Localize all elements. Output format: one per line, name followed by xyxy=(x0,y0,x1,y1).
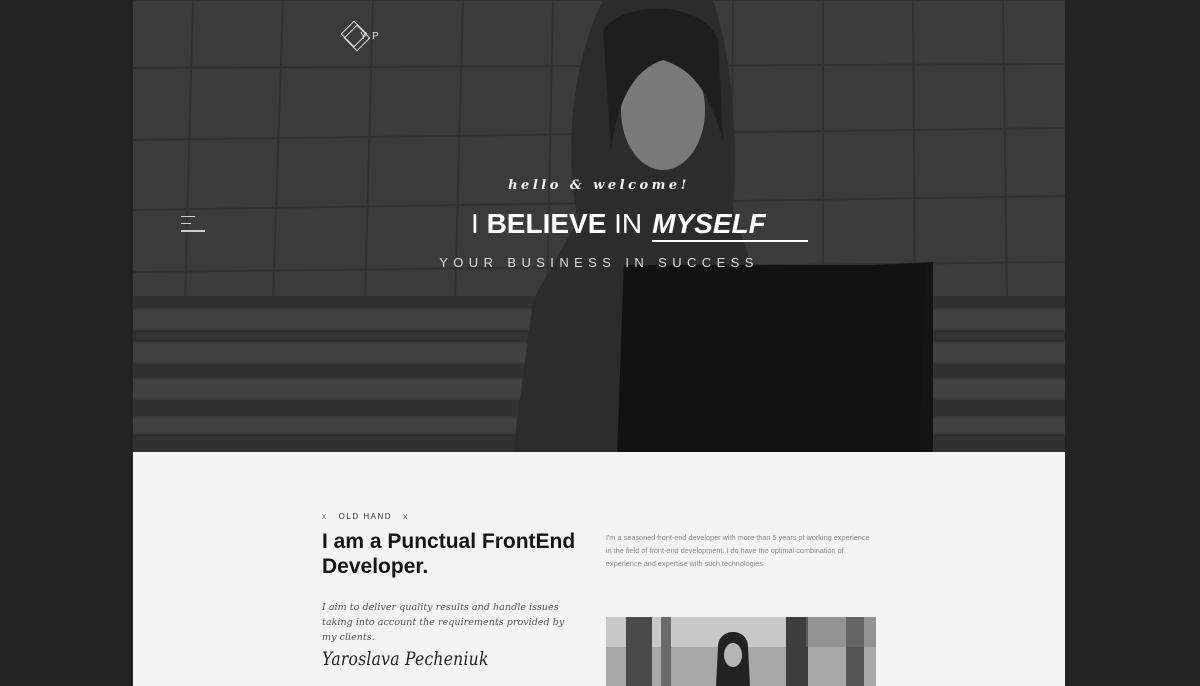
hero-headline: I BELIEVE IN MYSELF xyxy=(471,208,808,244)
headline-emphasis: MYSELF xyxy=(652,208,808,242)
headline-part-1: I xyxy=(471,208,487,239)
about-description: I'm a seasoned front-end developer with … xyxy=(606,533,870,568)
hamburger-menu-icon[interactable] xyxy=(181,213,207,235)
author-signature: Yaroslava Pecheniuk xyxy=(322,648,489,670)
section-eyebrow: x OLD HAND x xyxy=(322,512,409,521)
hero-tagline: YOUR BUSINESS IN SUCCESS xyxy=(439,255,759,270)
hero-section: Y.P hello & welcome! I BELIEVE IN MYSELF … xyxy=(133,0,1065,452)
logo-text[interactable]: Y.P xyxy=(360,31,381,42)
eyebrow-marker-left: x xyxy=(322,512,328,521)
headline-bold: BELIEVE xyxy=(486,208,607,239)
eyebrow-label: OLD HAND xyxy=(338,512,393,521)
about-title: I am a Punctual FrontEnd Developer. xyxy=(322,530,576,578)
headline-part-2: IN xyxy=(606,208,643,239)
page-frame: Y.P hello & welcome! I BELIEVE IN MYSELF … xyxy=(133,0,1065,686)
about-quote: I aim to deliver quality results and han… xyxy=(322,602,565,643)
developer-photo xyxy=(606,617,876,686)
developer-photo-image xyxy=(606,617,876,686)
eyebrow-marker-right: x xyxy=(403,512,409,521)
hero-greeting: hello & welcome! xyxy=(508,178,690,193)
